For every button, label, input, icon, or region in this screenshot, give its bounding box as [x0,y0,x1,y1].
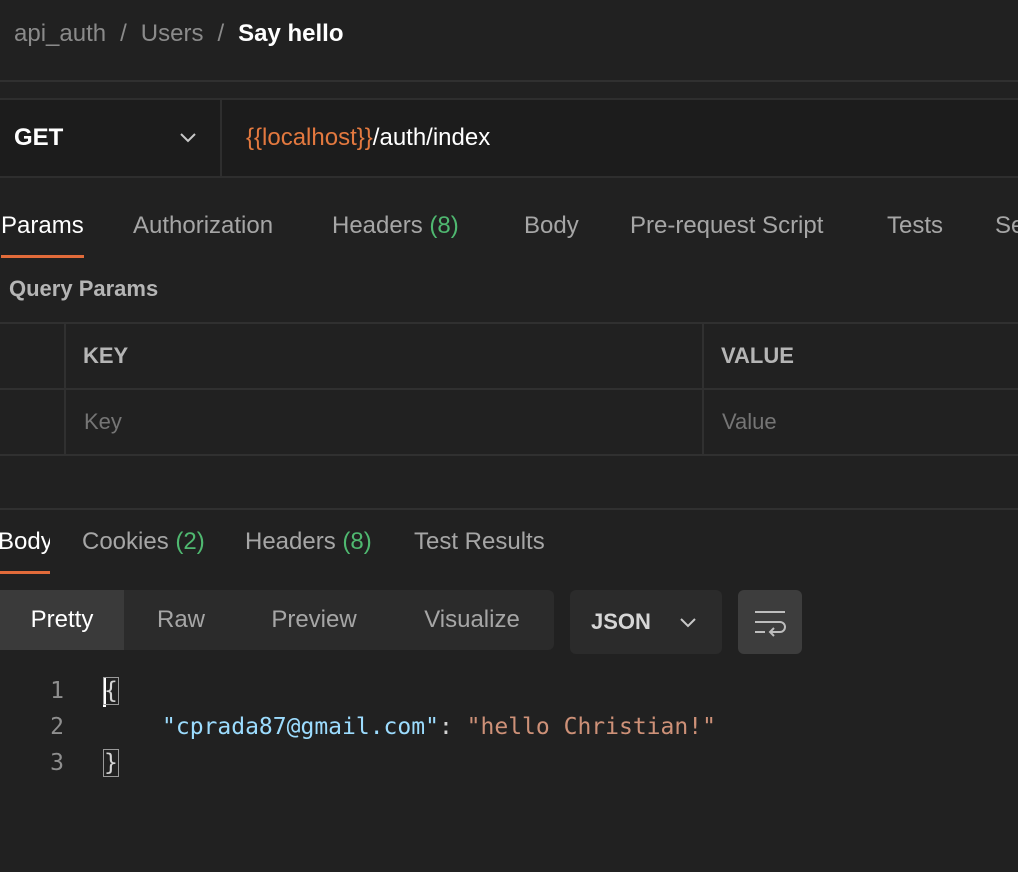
tab-label: Headers [332,212,423,239]
json-value: "hello Christian!" [466,714,716,740]
chevron-down-icon [680,618,696,628]
query-params-title: Query Params [9,276,159,301]
param-key-input[interactable] [66,390,702,454]
url-input[interactable]: {{localhost}}/auth/index [246,100,490,176]
breadcrumb-collection[interactable]: api_auth [14,20,106,48]
divider [0,80,1018,82]
url-path: /auth/index [372,124,491,151]
tab-response-headers[interactable]: Headers (8) [245,524,372,574]
tab-label: Body [0,528,50,555]
tab-response-body[interactable]: Body [0,524,50,574]
wrap-lines-icon [755,611,786,637]
line-number: 1 [50,678,64,704]
mode-preview[interactable]: Preview [238,590,390,650]
line-number: 2 [50,714,64,740]
pane-divider [0,508,1018,510]
param-value-input[interactable] [704,390,1018,454]
active-tab-indicator [0,571,50,574]
mode-pretty[interactable]: Pretty [0,590,124,650]
format-mode-selector: Pretty Raw Preview Visualize [0,590,554,650]
breadcrumb-separator: / [217,20,225,47]
tab-label: Test Results [414,528,545,555]
tab-label: Body [524,212,579,239]
line-number: 3 [50,750,64,776]
tab-pre-request-script[interactable]: Pre-request Script [630,208,823,258]
language-select[interactable]: JSON [570,590,722,654]
wrap-lines-button[interactable] [738,590,802,654]
method-select[interactable]: GET [0,100,222,176]
mode-raw[interactable]: Raw [124,590,238,650]
tab-params[interactable]: Params [1,208,84,258]
chevron-down-icon [180,133,196,143]
json-colon: : [438,714,453,740]
tab-test-results[interactable]: Test Results [414,524,545,574]
url-variable: {{localhost}} [246,124,373,151]
tab-settings[interactable]: Se [995,208,1018,258]
method-label: GET [14,124,64,151]
column-header-value: VALUE [721,343,794,368]
close-brace: } [103,749,119,777]
response-body-editor[interactable]: 1 2 3 { "cprada87@gmail.com": "hello Chr… [0,672,1018,792]
breadcrumb: api_auth / Users / Say hello [14,18,343,50]
request-tabs: Params Authorization Headers (8) Body Pr… [0,208,1018,258]
tab-tests[interactable]: Tests [887,208,943,258]
json-entry: "cprada87@gmail.com": "hello Christian!" [162,714,716,740]
request-name[interactable]: Say hello [238,20,343,48]
tab-label: Headers [245,528,336,555]
response-headers-count: (8) [342,528,372,555]
json-key: "cprada87@gmail.com" [162,714,439,740]
table-border [0,454,1018,456]
mode-visualize[interactable]: Visualize [390,590,554,650]
open-brace: { [103,677,119,705]
breadcrumb-separator: / [120,20,127,47]
tab-label: Params [1,212,84,239]
table-border [0,322,1018,324]
tab-label: Pre-request Script [630,212,824,239]
breadcrumb-folder[interactable]: Users [141,20,204,48]
tab-label: Se [995,212,1018,239]
language-label: JSON [591,609,651,634]
response-tabs: Body Cookies (2) Headers (8) Test Result… [0,524,1018,574]
request-bar: GET {{localhost}}/auth/index [0,98,1018,178]
tab-label: Cookies [82,528,169,555]
tab-cookies[interactable]: Cookies (2) [82,524,205,574]
column-header-key: KEY [83,343,129,368]
tab-authorization[interactable]: Authorization [133,208,273,258]
cookies-count: (2) [175,528,205,555]
tab-label: Tests [887,212,944,239]
tab-body[interactable]: Body [524,208,579,258]
active-tab-indicator [1,255,84,258]
tab-headers[interactable]: Headers (8) [332,208,459,258]
tab-label: Authorization [133,212,274,239]
headers-count: (8) [429,212,459,239]
